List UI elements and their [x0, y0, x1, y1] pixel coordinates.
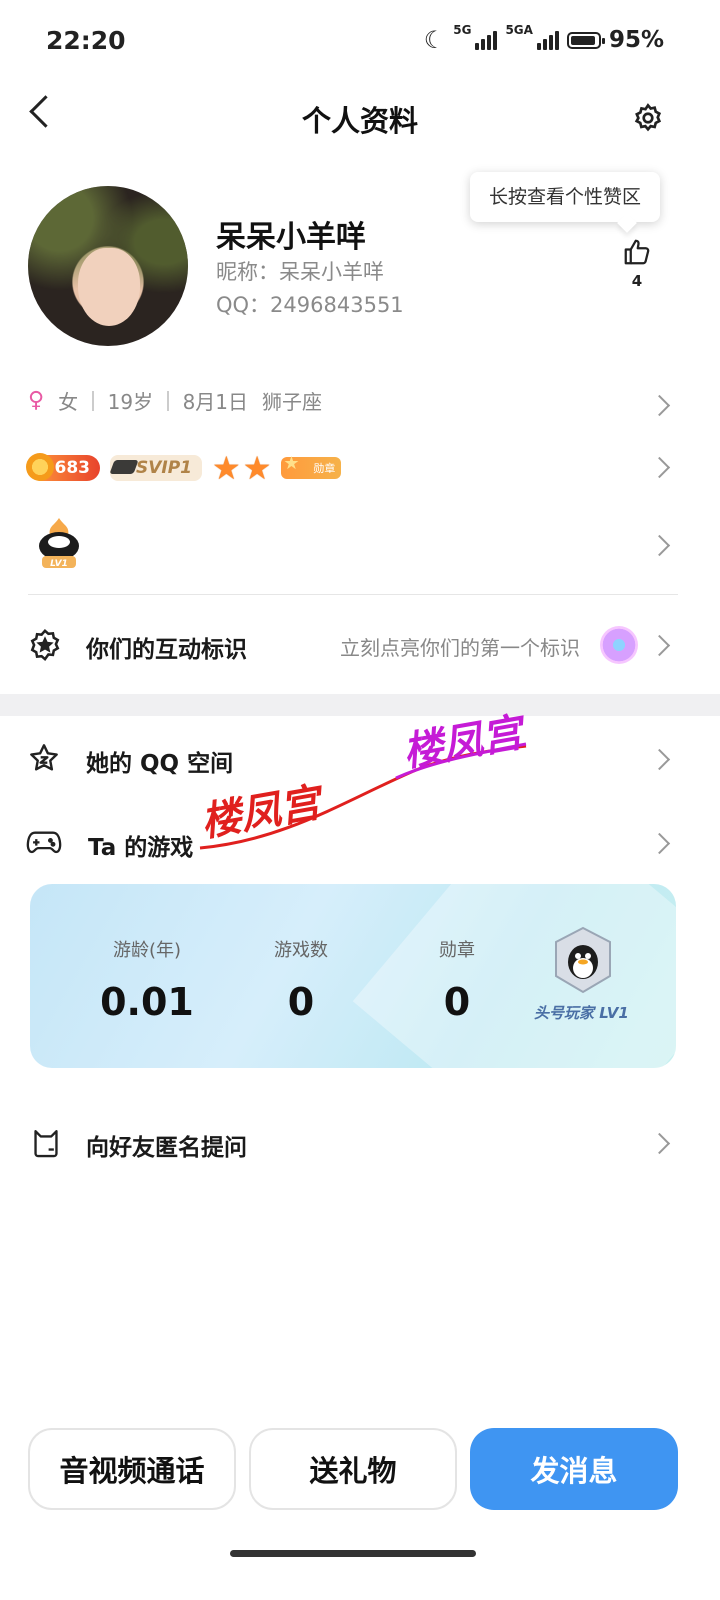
- like-count: 4: [631, 272, 643, 290]
- avatar[interactable]: [28, 186, 188, 346]
- network-label-2: 5GA: [505, 23, 533, 37]
- stat-label: 游龄(年): [112, 940, 182, 961]
- battery-icon: [566, 31, 605, 49]
- stat-value: 0.01: [100, 980, 194, 1024]
- send-message-button[interactable]: 发消息: [470, 1428, 678, 1510]
- battery-percent: 95%: [608, 27, 664, 53]
- chevron-right-icon[interactable]: [648, 534, 671, 557]
- player-level-tag: 头号玩家 LV1: [534, 1004, 629, 1022]
- stat-label: 勋章: [439, 940, 475, 961]
- level-label: LV1: [50, 559, 68, 569]
- game-stat: 游戏数 0: [226, 936, 376, 1024]
- star-icon: ★: [242, 449, 272, 487]
- game-stats-card[interactable]: 游龄(年) 0.01 游戏数 0 勋章 0 头号玩家 LV1: [30, 884, 676, 1068]
- signal-icon-2: [536, 30, 559, 50]
- birthday: 8月1日: [182, 390, 249, 414]
- medal-badge: 勋章: [281, 453, 342, 479]
- moon-icon: ☾: [423, 26, 446, 54]
- badge-icon: [30, 629, 60, 662]
- penguin-badge-icon: [555, 926, 611, 994]
- home-indicator[interactable]: [230, 1550, 476, 1557]
- profile-name: 呆呆小羊咩: [216, 220, 366, 255]
- thumbs-up-icon[interactable]: [622, 236, 652, 268]
- like-tooltip: 长按查看个性赞区: [470, 172, 660, 222]
- interaction-label[interactable]: 你们的互动标识: [86, 630, 247, 664]
- gear-icon[interactable]: [632, 102, 664, 134]
- divider: [92, 390, 94, 411]
- divider: [28, 594, 678, 595]
- star-outline-icon: [30, 744, 58, 771]
- video-call-button[interactable]: 音视频通话: [28, 1428, 236, 1510]
- chevron-right-icon[interactable]: [648, 1132, 671, 1155]
- female-icon: ♀: [28, 388, 45, 413]
- stat-label: 游戏数: [274, 940, 328, 961]
- network-label-1: 5G: [453, 23, 472, 37]
- chevron-right-icon[interactable]: [648, 832, 671, 855]
- page-title: 个人资料: [301, 104, 418, 138]
- status-icons: ☾ 5G 5GA 95%: [423, 23, 664, 54]
- chevron-right-icon[interactable]: [648, 634, 671, 657]
- game-stat: 游龄(年) 0.01: [72, 936, 222, 1024]
- divider: [167, 390, 169, 411]
- level-icon[interactable]: LV1: [34, 516, 84, 572]
- basic-info-row[interactable]: ♀ 女 19岁 8月1日 狮子座: [28, 386, 322, 415]
- profile-nickname: 昵称：呆呆小羊咩: [216, 260, 384, 284]
- signal-icon-1: [475, 30, 498, 50]
- anonymous-question-label[interactable]: 向好友匿名提问: [86, 1128, 247, 1162]
- flower-icon: [600, 626, 638, 664]
- gamepad-icon: [26, 831, 62, 854]
- stat-value: 0: [287, 980, 315, 1024]
- stat-value: 0: [443, 980, 471, 1024]
- section-divider: [0, 694, 720, 716]
- chevron-right-icon[interactable]: [648, 456, 671, 479]
- star-icon: ★: [212, 449, 241, 487]
- profile-qq-number: QQ：2496843551: [216, 293, 404, 317]
- chevron-right-icon[interactable]: [648, 748, 671, 771]
- interaction-hint[interactable]: 立刻点亮你们的第一个标识: [340, 632, 580, 661]
- svip-badge: SVIP1: [110, 455, 202, 481]
- chevron-right-icon[interactable]: [648, 394, 671, 417]
- gender: 女: [58, 390, 79, 414]
- points-badge: 683: [26, 453, 100, 481]
- send-gift-button[interactable]: 送礼物: [249, 1428, 457, 1510]
- age: 19岁: [107, 390, 154, 414]
- status-time: 22:20: [46, 26, 126, 55]
- cat-icon: [34, 1130, 58, 1158]
- game-stat: 勋章 0: [382, 936, 532, 1024]
- games-label[interactable]: Ta 的游戏: [88, 828, 193, 862]
- zodiac: 狮子座: [262, 390, 323, 414]
- badges-row[interactable]: 683 SVIP1 ★ ★ 勋章: [26, 449, 342, 487]
